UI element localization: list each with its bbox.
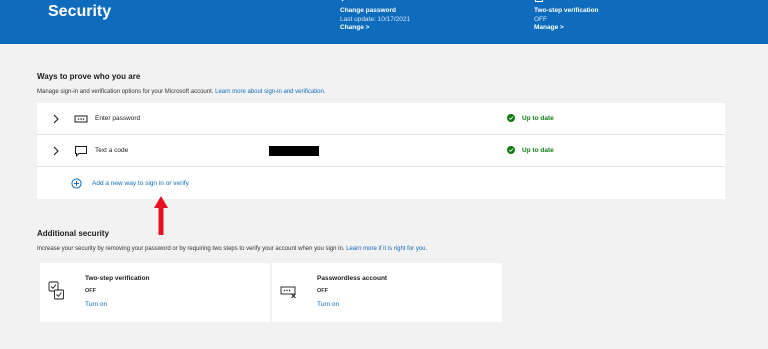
ways-section-description: Manage sign-in and verification options …	[37, 89, 326, 95]
message-icon	[75, 146, 87, 157]
checkmark-circle-icon	[507, 114, 515, 122]
chevron-right-icon[interactable]	[52, 146, 60, 156]
page-title: Security	[48, 3, 112, 20]
add-sign-in-method-link[interactable]: Add a new way to sign in or verify	[92, 180, 189, 187]
ways-section-title: Ways to prove who you are	[37, 72, 141, 81]
change-password-summary: Change password Last update: 10/17/2021 …	[340, 0, 410, 33]
turn-on-two-step-link[interactable]: Turn on	[85, 301, 107, 308]
two-step-verification-tile: Two-step verification OFF Turn on	[40, 263, 270, 322]
turn-on-passwordless-link[interactable]: Turn on	[317, 301, 339, 308]
add-circle-icon[interactable]	[71, 178, 82, 189]
tile-title: Passwordless account	[317, 275, 388, 282]
change-password-title: Change password	[340, 7, 396, 14]
method-status: Up to date	[507, 146, 554, 154]
tile-title: Two-step verification	[85, 275, 150, 282]
change-password-link[interactable]: Change >	[340, 24, 410, 33]
method-row-text-code[interactable]: Text a code Up to date	[37, 135, 725, 167]
add-sign-in-method-row[interactable]: Add a new way to sign in or verify	[37, 167, 725, 199]
checkmark-circle-icon	[507, 146, 515, 154]
method-label: Text a code	[95, 147, 129, 154]
additional-section-title: Additional security	[37, 229, 110, 238]
tile-state: OFF	[317, 288, 328, 294]
additional-section-description: Increase your security by removing your …	[37, 246, 427, 252]
additional-description-text: Increase your security by removing your …	[37, 246, 345, 252]
redacted-phone-number	[269, 146, 319, 156]
checkbox-icon	[535, 0, 543, 2]
two-step-icon	[48, 281, 64, 300]
learn-more-sign-in-link[interactable]: Learn more about sign-in and verificatio…	[215, 89, 325, 95]
annotation-arrow-icon	[154, 196, 168, 235]
password-icon	[74, 115, 88, 123]
two-step-state: OFF	[534, 15, 547, 23]
two-step-title: Two-step verification	[534, 7, 599, 14]
passwordless-icon	[280, 286, 296, 299]
tile-state: OFF	[85, 288, 96, 294]
two-step-summary: Two-step verification OFF Manage >	[534, 0, 599, 33]
status-text: Up to date	[522, 114, 554, 122]
manage-two-step-link[interactable]: Manage >	[534, 24, 599, 33]
learn-more-security-link[interactable]: Learn more if it is right for you.	[346, 246, 427, 252]
passwordless-account-tile: Passwordless account OFF Turn on	[272, 263, 502, 322]
method-status: Up to date	[507, 114, 554, 122]
last-update-text: Last update: 10/17/2021	[340, 15, 411, 23]
ways-description-text: Manage sign-in and verification options …	[37, 89, 214, 95]
chevron-right-icon[interactable]	[52, 114, 60, 124]
status-text: Up to date	[522, 146, 554, 154]
sign-in-methods-card: Enter password Up to date Text a code Up…	[37, 103, 725, 199]
security-header: Security Change password Last update: 10…	[0, 0, 768, 44]
pencil-icon	[341, 0, 344, 2]
method-row-password[interactable]: Enter password Up to date	[37, 103, 725, 135]
method-label: Enter password	[95, 115, 141, 122]
